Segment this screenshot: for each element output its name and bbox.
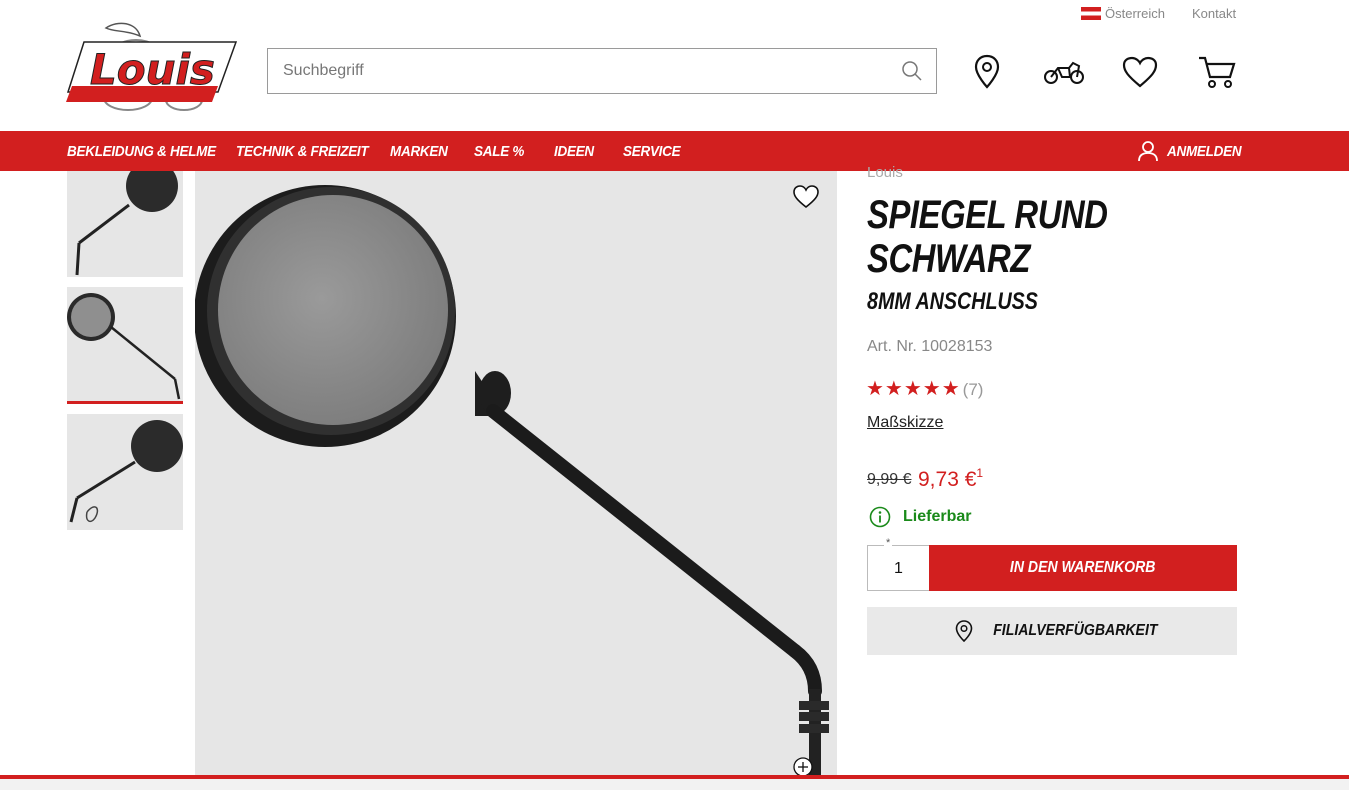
quantity-required-mark: * [884, 537, 893, 549]
product-thumbnail-1[interactable] [67, 171, 183, 277]
nav-item-clothing-helmets[interactable]: BEKLEIDUNG & HELME [67, 131, 216, 171]
current-price: 9,73 €1 [918, 466, 983, 492]
product-subtitle: 8MM ANSCHLUSS [867, 288, 1038, 315]
product-brand[interactable]: Louis [867, 164, 903, 181]
contact-link[interactable]: Kontakt [1192, 6, 1236, 21]
location-pin-icon[interactable] [965, 50, 1009, 94]
cart-icon[interactable] [1195, 50, 1239, 94]
nav-item-tech-leisure[interactable]: TECHNIK & FREIZEIT [236, 131, 369, 171]
article-number: Art. Nr. 10028153 [867, 338, 993, 355]
login-link[interactable]: ANMELDEN [1167, 131, 1242, 171]
nav-item-service[interactable]: SERVICE [623, 131, 681, 171]
rating-stars[interactable]: ★★★★★ (7) [866, 376, 983, 401]
old-price: 9,99 € [867, 471, 912, 488]
favorite-heart-icon[interactable] [793, 185, 819, 214]
price-footnote[interactable]: 1 [976, 466, 983, 480]
store-availability-label: FILIALVERFÜGBARKEIT [992, 622, 1158, 639]
add-to-cart-button[interactable]: IN DEN WARENKORB [929, 545, 1237, 591]
louis-logo[interactable]: Louis [66, 20, 238, 120]
location-pin-icon [955, 620, 973, 642]
dimension-sketch-link[interactable]: Maßskizze [867, 414, 943, 432]
nav-item-sale[interactable]: SALE % [474, 131, 524, 171]
product-main-image[interactable] [195, 171, 837, 775]
footer-strip [0, 779, 1349, 790]
info-icon [869, 506, 891, 528]
nav-item-brands[interactable]: MARKEN [390, 131, 448, 171]
product-thumbnail-3[interactable] [67, 414, 183, 530]
motorcycle-icon[interactable] [1042, 50, 1086, 94]
search-icon[interactable] [900, 59, 924, 83]
availability-status: Lieferbar [869, 506, 971, 528]
country-selector[interactable]: Österreich [1081, 6, 1165, 21]
main-navigation: BEKLEIDUNG & HELME TECHNIK & FREIZEIT MA… [0, 131, 1349, 171]
quantity-input[interactable]: 1 [867, 545, 930, 591]
rating-count: (7) [962, 380, 984, 399]
search-bar [267, 48, 937, 94]
country-label: Österreich [1105, 6, 1165, 21]
austria-flag-icon [1081, 7, 1101, 20]
search-input[interactable] [268, 49, 900, 93]
star-icons: ★★★★★ [866, 378, 961, 400]
current-price-value: 9,73 € [918, 468, 977, 491]
store-availability-button[interactable]: FILIALVERFÜGBARKEIT [867, 607, 1237, 655]
add-to-cart-label: IN DEN WARENKORB [1010, 559, 1156, 576]
logo-text: Louis [90, 45, 215, 94]
wishlist-heart-icon[interactable] [1118, 50, 1162, 94]
nav-item-ideas[interactable]: IDEEN [554, 131, 594, 171]
product-thumbnail-2[interactable] [67, 287, 183, 404]
availability-label: Lieferbar [903, 508, 972, 525]
user-icon[interactable] [1137, 140, 1159, 167]
zoom-plus-icon[interactable] [793, 757, 813, 775]
product-title: SPIEGEL RUND SCHWARZ [867, 193, 1108, 281]
